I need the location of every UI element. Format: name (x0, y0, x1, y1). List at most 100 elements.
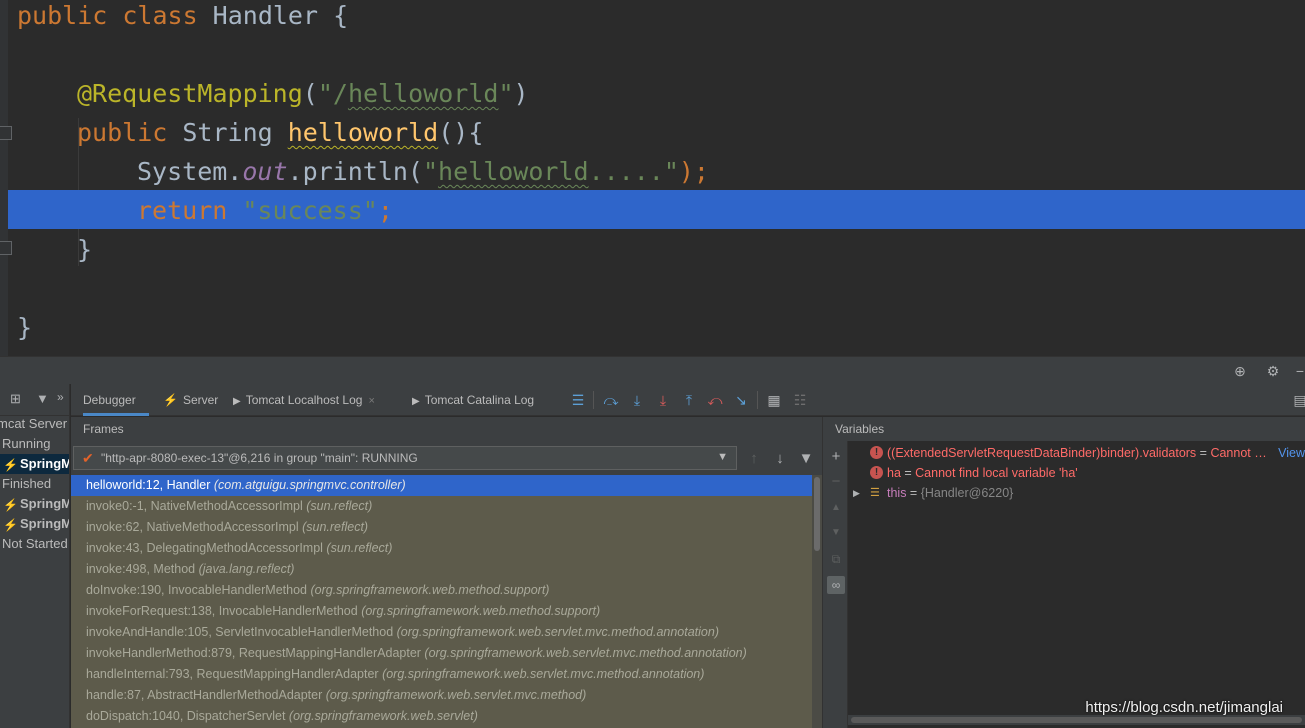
tab-tomcat-localhost-log[interactable]: ▶ Tomcat Localhost Log × (233, 384, 375, 416)
frame-item[interactable]: handleInternal:793, RequestMappingHandle… (71, 664, 819, 685)
arrow-up-icon[interactable]: ↑ (745, 450, 763, 468)
tree-node-springmvc-running[interactable]: ⚡ SpringM (0, 454, 70, 474)
chevron-down-icon: ▼ (717, 451, 728, 463)
code-line-4[interactable]: public String helloworld(){ (77, 113, 483, 152)
move-up-icon[interactable]: ▲ (827, 499, 845, 517)
crosshair-icon[interactable]: ⊕ (1232, 363, 1248, 379)
copy-icon[interactable]: ⧉ (827, 550, 845, 568)
variables-title: Variables (835, 422, 885, 436)
code-editor[interactable]: public class Handler { @RequestMapping("… (0, 0, 1305, 356)
frame-item[interactable]: handle:87, AbstractHandlerMethodAdapter … (71, 685, 819, 706)
frame-item[interactable]: invokeAndHandle:105, ServletInvocableHan… (71, 622, 819, 643)
frame-item[interactable]: invokeHandlerMethod:879, RequestMappingH… (71, 643, 819, 664)
add-watch-icon[interactable]: + (827, 448, 845, 466)
code-line-9[interactable]: } (17, 308, 32, 347)
tab-server[interactable]: ⚡ Server (163, 384, 218, 416)
tree-node-label: Finished (2, 476, 52, 491)
string-literal: " (422, 157, 439, 186)
gear-icon[interactable]: ⚙ (1265, 363, 1281, 379)
frame-name: helloworld:12, Handler (86, 478, 211, 492)
frame-name: invoke0:-1, NativeMethodAccessorImpl (86, 499, 303, 513)
tab-tomcat-catalina-log[interactable]: ▶ Tomcat Catalina Log (412, 384, 534, 416)
frame-package: (org.springframework.web.servlet.mvc.met… (382, 667, 705, 681)
frame-package: (sun.reflect) (302, 520, 369, 534)
tree-node-label: SpringM (20, 456, 70, 471)
equals-sign: = (906, 486, 921, 500)
fold-marker[interactable] (0, 126, 12, 140)
frame-package: (org.springframework.web.method.support) (361, 604, 601, 618)
trace-icon[interactable]: ☷ (791, 392, 809, 408)
tab-label: Tomcat Catalina Log (424, 393, 535, 407)
frame-item[interactable]: invoke:498, Method (java.lang.reflect) (71, 559, 819, 580)
frame-item[interactable]: invoke0:-1, NativeMethodAccessorImpl (su… (71, 496, 819, 517)
frame-item[interactable]: invokeForRequest:138, InvocableHandlerMe… (71, 601, 819, 622)
layout-icon[interactable]: ▤ (1291, 392, 1305, 408)
show-execution-point-icon[interactable]: ☰ (569, 392, 587, 408)
tree-node-tomcat-server[interactable]: mcat Server (0, 414, 67, 434)
more-icon[interactable]: » (57, 390, 64, 404)
code-line-1[interactable]: public class Handler { (17, 0, 348, 35)
code-line-3[interactable]: @RequestMapping("/helloworld") (77, 74, 529, 113)
variables-horizontal-scrollbar[interactable] (848, 715, 1305, 725)
step-over-icon[interactable]: ⤼ (602, 392, 620, 408)
tree-node-finished[interactable]: Finished (0, 474, 69, 494)
frame-item[interactable]: doDispatch:1040, DispatcherServlet (org.… (71, 706, 819, 727)
move-down-icon[interactable]: ▼ (827, 524, 845, 542)
tree-node-not-started[interactable]: Not Started (0, 534, 69, 554)
frame-package: (com.atguigu.springmvc.controller) (213, 478, 406, 492)
code-line-5[interactable]: System.out.println("helloworld....."); (137, 152, 709, 191)
services-toolbar: ⊞ ▼ » (0, 384, 69, 416)
scrollbar-thumb[interactable] (851, 717, 1302, 723)
drop-frame-icon[interactable]: ⤺ (706, 392, 724, 408)
variable-row-validators[interactable]: ! ((ExtendedServletRequestDataBinder)bin… (848, 443, 1305, 463)
tree-node-label: mcat Server (0, 416, 68, 431)
toolbar-separator (757, 391, 758, 409)
frame-item[interactable]: doInvoke:190, InvocableHandlerMethod (or… (71, 580, 819, 601)
variable-text: ha = Cannot find local variable 'ha' (887, 463, 1078, 483)
force-step-into-icon[interactable]: ⤓ (654, 392, 672, 408)
statement-end: ; (377, 196, 393, 225)
frame-name: invoke:62, NativeMethodAccessorImpl (86, 520, 299, 534)
frame-item[interactable]: invoke:62, NativeMethodAccessorImpl (sun… (71, 517, 819, 538)
view-link[interactable]: View (1274, 443, 1305, 463)
fold-marker[interactable] (0, 241, 12, 255)
step-out-icon[interactable]: ⤒ (680, 392, 698, 408)
close-icon[interactable]: × (368, 395, 374, 407)
tomcat-icon: ⚡ (3, 517, 18, 532)
thread-selector[interactable]: ✔ "http-apr-8080-exec-13"@6,216 in group… (73, 446, 737, 470)
variable-row-ha[interactable]: ! ha = Cannot find local variable 'ha' (848, 463, 1305, 483)
run-to-cursor-icon[interactable]: ↘ (732, 392, 750, 408)
frame-item[interactable]: invoke:43, DelegatingMethodAccessorImpl … (71, 538, 819, 559)
tree-node-running[interactable]: Running (0, 434, 69, 454)
frame-name: handle:87, AbstractHandlerMethodAdapter (86, 688, 323, 702)
editor-gutter[interactable] (0, 0, 8, 356)
brace: } (17, 313, 33, 342)
tree-node-springmvc-finished-1[interactable]: ⚡ SpringM (0, 494, 70, 514)
step-into-icon[interactable]: ⤓ (628, 392, 646, 408)
group-icon[interactable]: ⊞ (10, 391, 21, 407)
frames-scrollbar[interactable] (812, 475, 822, 728)
evaluate-expression-icon[interactable]: ▦ (765, 392, 783, 408)
arrow-down-icon[interactable]: ↓ (771, 450, 789, 468)
tree-node-label: SpringM (20, 496, 70, 511)
toolbar-separator (593, 391, 594, 409)
brace: { (318, 1, 349, 30)
tab-debugger[interactable]: Debugger (83, 384, 149, 416)
remove-watch-icon[interactable]: − (827, 473, 845, 491)
brace: } (77, 235, 93, 264)
tree-node-springmvc-finished-2[interactable]: ⚡ SpringM (0, 514, 69, 534)
minimize-icon[interactable]: − (1292, 363, 1305, 379)
frame-item[interactable]: helloworld:12, Handler (com.atguigu.spri… (71, 475, 819, 496)
frame-list[interactable]: helloworld:12, Handler (com.atguigu.spri… (71, 475, 822, 728)
scrollbar-thumb[interactable] (814, 477, 820, 551)
filter-icon[interactable]: ▼ (36, 391, 49, 406)
code-line-6-current[interactable]: return "success"; (137, 191, 393, 230)
glasses-icon[interactable]: ∞ (827, 576, 845, 594)
filter-icon[interactable]: ▼ (797, 450, 815, 468)
variable-row-this[interactable]: ▶ ☰ this = {Handler@6220} (848, 483, 1305, 503)
code-line-7[interactable]: } (77, 230, 92, 269)
frame-name: doDispatch:1040, DispatcherServlet (86, 709, 286, 723)
expand-arrow-icon[interactable]: ▶ (853, 483, 860, 503)
variable-value: {Handler@6220} (920, 486, 1014, 500)
services-tree[interactable]: ⊞ ▼ » mcat Server Running ⚡ SpringM Finis… (0, 384, 70, 728)
